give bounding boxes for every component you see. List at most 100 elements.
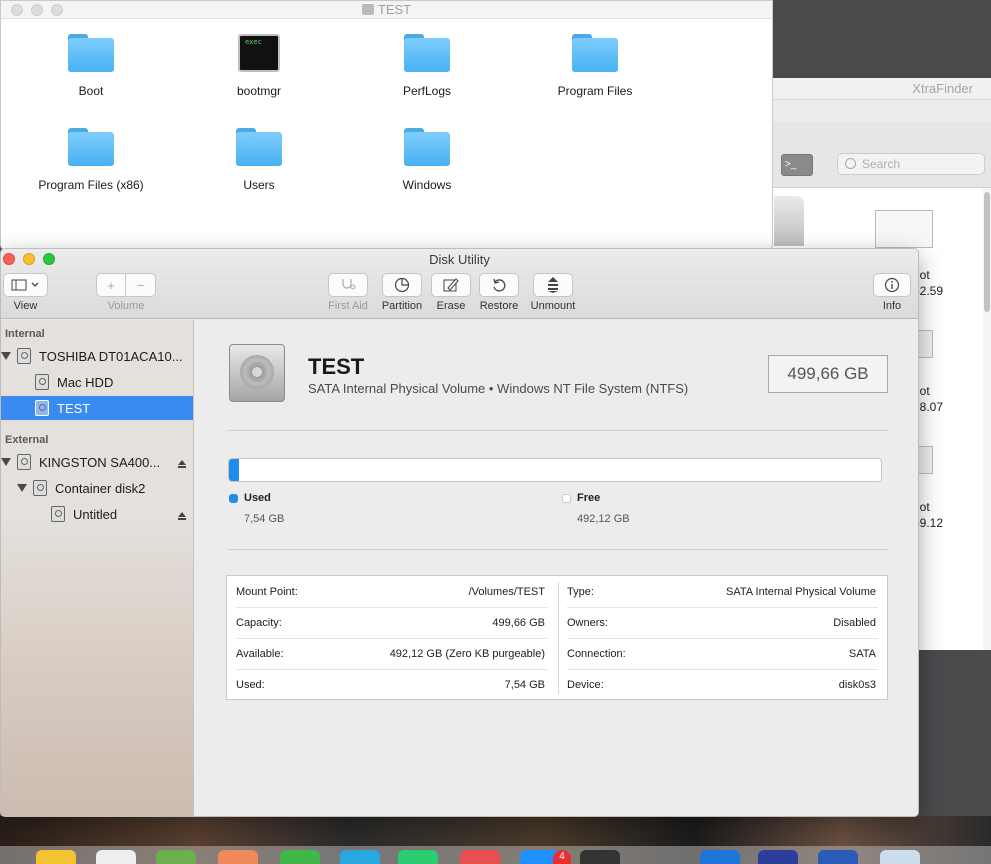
info-value: SATA Internal Physical Volume [726,585,876,598]
volume-icon [35,374,49,390]
file-name: Program Files (x86) [38,178,144,192]
info-button[interactable] [873,273,911,297]
sidebar-item-label: TOSHIBA DT01ACA10... [39,348,183,364]
folder-icon [572,34,618,72]
dock-app-icon[interactable] [880,850,920,864]
sidebar-item-test[interactable]: TEST [1,396,193,420]
volume-name: TEST [308,354,365,379]
file-item-users[interactable]: Users [184,128,334,192]
info-key: Device: [567,678,604,691]
terminal-icon[interactable]: >_ [781,154,813,176]
scrollbar-thumb[interactable] [984,192,990,312]
sidebar-item-label: TEST [57,400,91,416]
minimize-button[interactable] [31,4,43,16]
file-name: Program Files [557,84,633,98]
sidebar-item-label: Mac HDD [57,374,114,390]
close-button[interactable] [3,253,15,265]
sidebar-item-kingston[interactable]: KINGSTON SA400... [1,450,193,474]
hard-disk-icon [229,344,285,402]
disclosure-triangle-icon[interactable] [1,458,11,466]
info-row: Device: disk0s3 [567,669,878,700]
view-label: View [13,300,38,312]
dock-app-icon[interactable] [758,850,798,864]
dock-app-icon[interactable] [156,850,196,864]
sidebar-header-internal: Internal [5,328,45,340]
scrollbar[interactable] [983,188,991,650]
restore-button[interactable] [479,273,519,297]
partition-button[interactable] [382,273,422,297]
search-input[interactable]: Search [837,153,985,175]
erase-button[interactable] [431,273,471,297]
info-key: Available: [236,647,284,660]
dock-app-icon[interactable] [700,850,740,864]
minimize-button[interactable] [23,253,35,265]
info-row: Owners: Disabled [567,607,878,638]
dock-app-icon[interactable] [818,850,858,864]
file-name: PerfLogs [402,84,452,98]
main-panel: TEST SATA Internal Physical Volume • Win… [195,320,918,816]
zoom-button[interactable] [43,253,55,265]
used-legend-dot [229,494,238,503]
sidebar-icon [11,279,38,291]
dock-app-icon[interactable] [280,850,320,864]
close-button[interactable] [11,4,23,16]
info-key: Mount Point: [236,585,298,598]
info-value: disk0s3 [838,678,876,691]
divider [227,430,888,431]
dock-app-icon[interactable] [398,850,438,864]
disclosure-triangle-icon[interactable] [17,484,27,492]
disclosure-triangle-icon[interactable] [1,352,11,360]
sidebar-item-untitled[interactable]: Untitled [1,502,193,526]
screenshot-thumbnail[interactable] [875,210,933,248]
disk-image-icon[interactable] [774,196,804,246]
erase-label: Erase [436,300,466,312]
folder-icon [404,128,450,166]
file-item-bootmgr[interactable]: exec bootmgr [184,34,334,98]
info-key: Owners: [567,616,608,629]
file-item-program-files-x86[interactable]: Program Files (x86) [16,128,166,192]
dock-app-icon[interactable] [218,850,258,864]
first-aid-button[interactable] [328,273,368,297]
first-aid-label: First Aid [328,300,368,312]
folder-icon [404,34,450,72]
container-icon [33,480,47,496]
usage-bar-fill [229,459,239,481]
sidebar-item-toshiba[interactable]: TOSHIBA DT01ACA10... [1,344,193,368]
erase-icon [443,278,459,292]
dock-app-icon[interactable] [36,850,76,864]
file-item-boot[interactable]: Boot [16,34,166,98]
sidebar-item-mac-hdd[interactable]: Mac HDD [1,370,193,394]
dock-app-icon[interactable] [340,850,380,864]
dock-app-icon[interactable] [460,850,500,864]
unmount-icon [548,277,558,293]
file-name: Users [243,178,275,192]
info-row: Capacity: 499,66 GB [236,607,547,638]
info-row: Available: 492,12 GB (Zero KB purgeable) [236,638,547,669]
view-button[interactable] [3,273,48,297]
info-column-right: Type: SATA Internal Physical Volume Owner… [567,576,878,700]
eject-icon[interactable] [178,511,186,520]
file-item-perflogs[interactable]: PerfLogs [352,34,502,98]
volume-label: Volume [107,300,145,312]
window-controls [3,253,55,265]
executable-icon: exec [238,34,280,72]
unmount-button[interactable] [533,273,573,297]
add-volume-button[interactable]: + [96,273,126,297]
file-item-windows[interactable]: Windows [352,128,502,192]
zoom-button[interactable] [51,4,63,16]
remove-volume-button[interactable]: − [125,273,156,297]
dock-app-icon[interactable] [580,850,620,864]
info-row: Connection: SATA [567,638,878,669]
sidebar-item-label: Container disk2 [55,480,146,496]
xtrafinder-toolbar: >_ Search [761,122,991,188]
file-item-program-files[interactable]: Program Files [520,34,670,98]
sidebar-item-container-disk2[interactable]: Container disk2 [1,476,193,500]
file-name: Boot [78,84,104,98]
free-legend-value: 492,12 GB [577,513,630,525]
finder-window: TEST Boot exec bootmgr PerfLogs Program … [0,0,773,250]
free-legend-dot [562,494,571,503]
used-legend-label: Used [244,492,271,504]
info-key: Used: [236,678,265,691]
dock-app-icon[interactable] [96,850,136,864]
eject-icon[interactable] [178,459,186,468]
